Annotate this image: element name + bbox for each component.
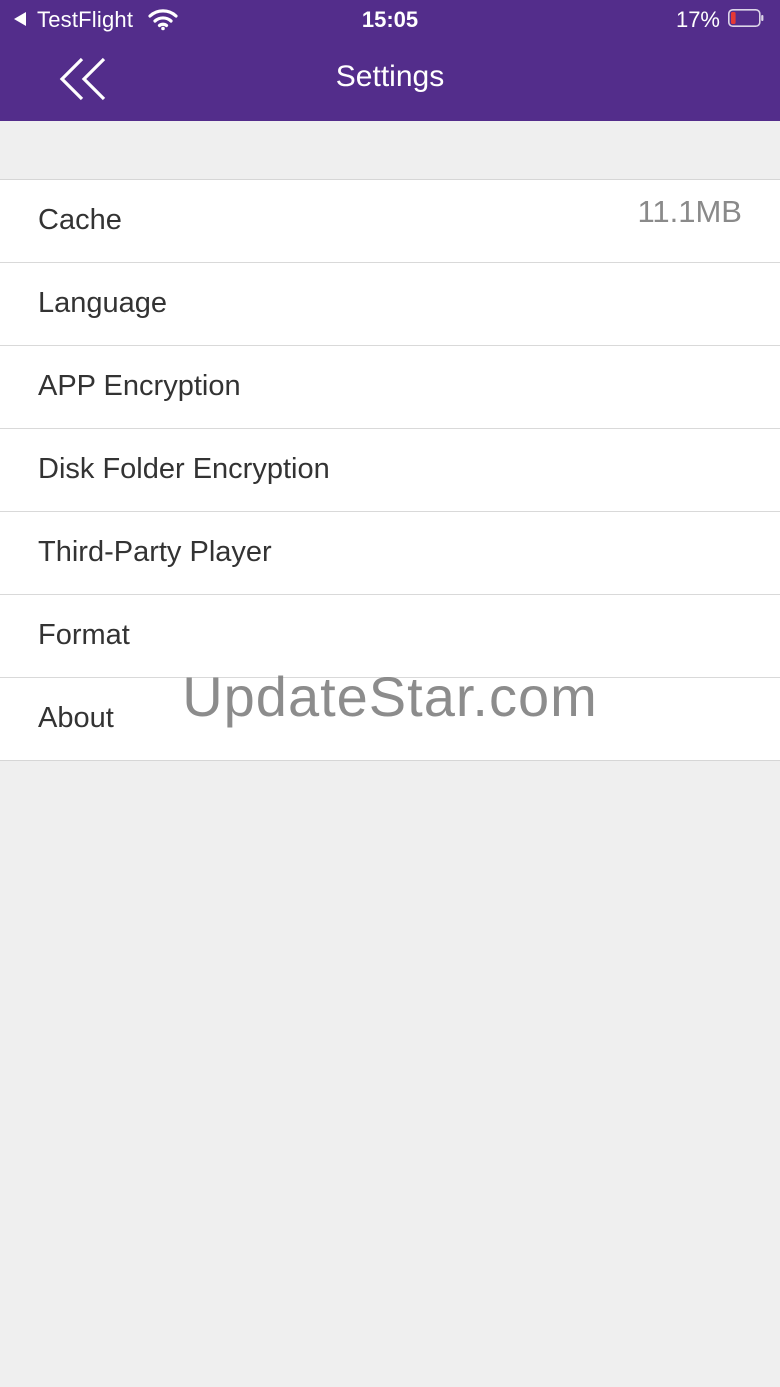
battery-icon xyxy=(728,9,764,27)
settings-list: Cache 11.1MB Language APP Encryption Dis… xyxy=(0,179,780,761)
settings-item-label: Cache xyxy=(38,204,122,236)
battery-percent: 17% xyxy=(675,7,720,32)
settings-screen: TestFlight 15:05 17% Settings Cache 11.1… xyxy=(0,0,780,1387)
settings-item-about[interactable]: About xyxy=(0,678,780,760)
page-title: Settings xyxy=(335,60,445,93)
cache-size-value: 11.1MB xyxy=(637,194,742,229)
battery-level-fill xyxy=(731,12,736,24)
settings-item-disk-folder-encryption[interactable]: Disk Folder Encryption xyxy=(0,429,780,512)
settings-item-cache[interactable]: Cache 11.1MB xyxy=(0,180,780,263)
status-bar: TestFlight 15:05 17% xyxy=(0,0,780,40)
settings-item-label: Disk Folder Encryption xyxy=(38,453,330,485)
settings-item-app-encryption[interactable]: APP Encryption xyxy=(0,346,780,429)
nav-bar: Settings xyxy=(0,40,780,121)
settings-item-label: Language xyxy=(38,287,168,319)
settings-item-format[interactable]: Format xyxy=(0,595,780,678)
settings-item-label: About xyxy=(38,702,114,734)
settings-item-label: APP Encryption xyxy=(38,370,241,402)
settings-item-third-party-player[interactable]: Third-Party Player xyxy=(0,512,780,595)
settings-item-language[interactable]: Language xyxy=(0,263,780,346)
settings-item-label: Third-Party Player xyxy=(38,536,272,568)
settings-item-label: Format xyxy=(38,619,130,651)
header: TestFlight 15:05 17% Settings xyxy=(0,0,780,121)
clock: 15:05 xyxy=(361,7,419,32)
